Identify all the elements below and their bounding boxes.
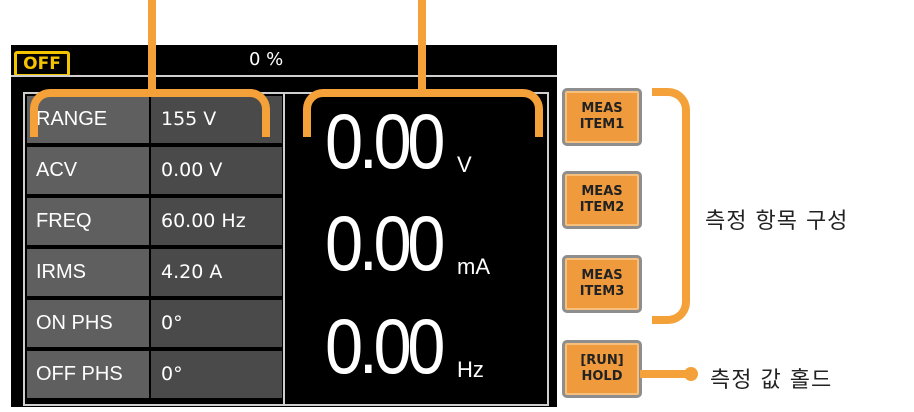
param-row-on-phs[interactable]: ON PHS 0° xyxy=(27,300,282,347)
param-row-acv[interactable]: ACV 0.00 V xyxy=(27,147,282,194)
softkey-line1: MEAS xyxy=(581,268,623,283)
measurement-current: 0.00 mA xyxy=(325,198,490,289)
callout-pointer-hold-end xyxy=(684,367,698,381)
meas-item2-button[interactable]: MEAS ITEM2 xyxy=(562,171,642,229)
param-row-freq[interactable]: FREQ 60.00 Hz xyxy=(27,198,282,245)
param-label: OFF PHS xyxy=(27,351,149,398)
percent-readout: 0 % xyxy=(249,49,284,70)
softkey-line1: MEAS xyxy=(581,101,623,116)
param-value: 0° xyxy=(151,351,282,398)
callout-bracket-left xyxy=(30,89,270,137)
param-label: ACV xyxy=(27,147,149,194)
measurement-unit: Hz xyxy=(457,357,484,382)
param-value: 60.00 Hz xyxy=(151,198,282,245)
callout-bracket-center xyxy=(303,89,543,137)
param-label: FREQ xyxy=(27,198,149,245)
measurement-display: 0.00 V 0.00 mA 0.00 Hz xyxy=(285,92,549,406)
param-label: IRMS xyxy=(27,249,149,296)
param-row-irms[interactable]: IRMS 4.20 A xyxy=(27,249,282,296)
parameter-table: RANGE 155 V ACV 0.00 V FREQ 60.00 Hz IRM… xyxy=(23,92,285,406)
callout-pointer-left xyxy=(148,0,156,94)
status-bar: OFF 0 % xyxy=(11,45,557,77)
meas-item3-button[interactable]: MEAS ITEM3 xyxy=(562,255,642,313)
callout-bracket-meas-items xyxy=(652,88,690,324)
softkey-line2: ITEM1 xyxy=(579,117,625,132)
meas-items-annotation: 측정 항목 구성 xyxy=(705,209,849,234)
softkey-line2: ITEM3 xyxy=(579,284,625,299)
meas-item1-button[interactable]: MEAS ITEM1 xyxy=(562,88,642,146)
measurement-value: 0.00 xyxy=(325,199,445,287)
measurement-unit: mA xyxy=(457,254,490,279)
hold-annotation: 측정 값 홀드 xyxy=(710,368,833,393)
measurement-frequency: 0.00 Hz xyxy=(325,301,484,392)
status-divider xyxy=(11,75,557,77)
softkey-line1: [RUN] xyxy=(580,353,624,368)
measurement-value: 0.00 xyxy=(325,302,445,390)
param-value: 0.00 V xyxy=(151,147,282,194)
softkey-line1: MEAS xyxy=(581,184,623,199)
param-row-off-phs[interactable]: OFF PHS 0° xyxy=(27,351,282,398)
measurement-unit: V xyxy=(457,152,472,177)
param-label: ON PHS xyxy=(27,300,149,347)
softkey-line2: ITEM2 xyxy=(579,200,625,215)
output-state-badge: OFF xyxy=(14,51,70,77)
param-value: 0° xyxy=(151,300,282,347)
callout-pointer-hold xyxy=(640,370,690,378)
run-hold-button[interactable]: [RUN] HOLD xyxy=(562,340,642,398)
softkey-line2: HOLD xyxy=(581,369,623,384)
callout-pointer-center xyxy=(418,0,426,94)
param-value: 4.20 A xyxy=(151,249,282,296)
